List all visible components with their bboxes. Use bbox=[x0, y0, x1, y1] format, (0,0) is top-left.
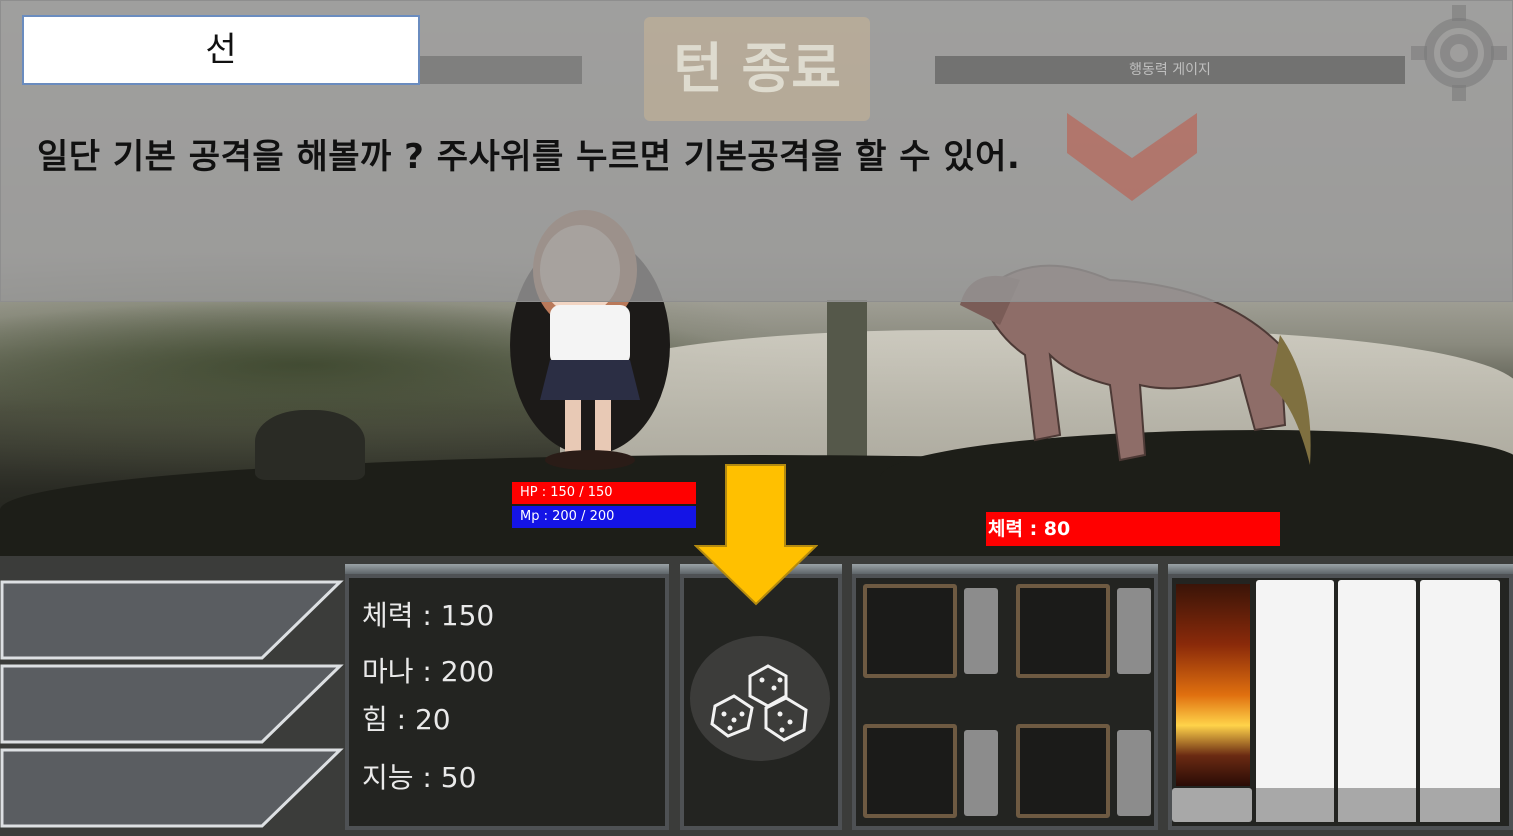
cards-panel-cap bbox=[1168, 564, 1513, 574]
item-slot-4[interactable] bbox=[1016, 724, 1110, 818]
dice-button[interactable] bbox=[690, 636, 830, 761]
card-slot-1-footer bbox=[1256, 788, 1334, 822]
player-mp-bar: Mp : 200 / 200 bbox=[512, 506, 696, 528]
item-slot-1[interactable] bbox=[863, 584, 957, 678]
card-slot-1[interactable] bbox=[1256, 580, 1334, 822]
item-slot-2-gauge bbox=[1117, 588, 1151, 674]
dialog-text: 일단 기본 공격을 해볼까 ? 주사위를 누르면 기본공격을 할 수 있어. bbox=[37, 137, 1021, 177]
skill-tab-3[interactable] bbox=[0, 748, 344, 828]
enemy-hp-bar: 체력 : 80 bbox=[986, 512, 1280, 546]
down-arrow-icon bbox=[694, 464, 818, 606]
speaker-name: 선 bbox=[22, 15, 420, 85]
item-slot-2[interactable] bbox=[1016, 584, 1110, 678]
stat-intelligence: 지능 : 50 bbox=[362, 761, 477, 794]
chevron-down-icon bbox=[1067, 113, 1197, 201]
skill-tab-2[interactable] bbox=[0, 664, 344, 744]
action-gauge: 행동력 게이지 bbox=[935, 56, 1405, 84]
fire-card-footer bbox=[1172, 788, 1252, 822]
item-slot-1-gauge bbox=[964, 588, 998, 674]
signpost bbox=[827, 300, 867, 480]
card-slot-2[interactable] bbox=[1338, 580, 1416, 822]
stat-health: 체력 : 150 bbox=[362, 599, 495, 632]
stat-strength: 힘 : 20 bbox=[362, 703, 451, 736]
player-hp-bar: HP : 150 / 150 bbox=[512, 482, 696, 504]
item-slot-4-gauge bbox=[1117, 730, 1151, 816]
card-slot-3-footer bbox=[1420, 788, 1500, 822]
skill-tab-1[interactable] bbox=[0, 580, 344, 660]
dice-icon bbox=[710, 664, 808, 742]
stats-panel-cap bbox=[345, 564, 669, 574]
turn-indicator-bar bbox=[417, 56, 582, 84]
item-slot-3[interactable] bbox=[863, 724, 957, 818]
card-slot-2-footer bbox=[1338, 788, 1416, 822]
tutorial-dialog: 턴 종료 행동력 게이지 선 일단 기본 공격을 해볼까 ? 주사위를 누르면 … bbox=[0, 0, 1513, 302]
fire-card[interactable] bbox=[1176, 584, 1250, 786]
end-turn-button[interactable]: 턴 종료 bbox=[644, 17, 870, 121]
stat-mana: 마나 : 200 bbox=[362, 655, 495, 688]
item-slot-3-gauge bbox=[964, 730, 998, 816]
rock-silhouette bbox=[255, 410, 365, 480]
skill-tabs bbox=[0, 580, 344, 828]
items-panel-cap bbox=[852, 564, 1158, 574]
gear-icon[interactable] bbox=[1406, 3, 1512, 103]
card-slot-3[interactable] bbox=[1420, 580, 1500, 822]
